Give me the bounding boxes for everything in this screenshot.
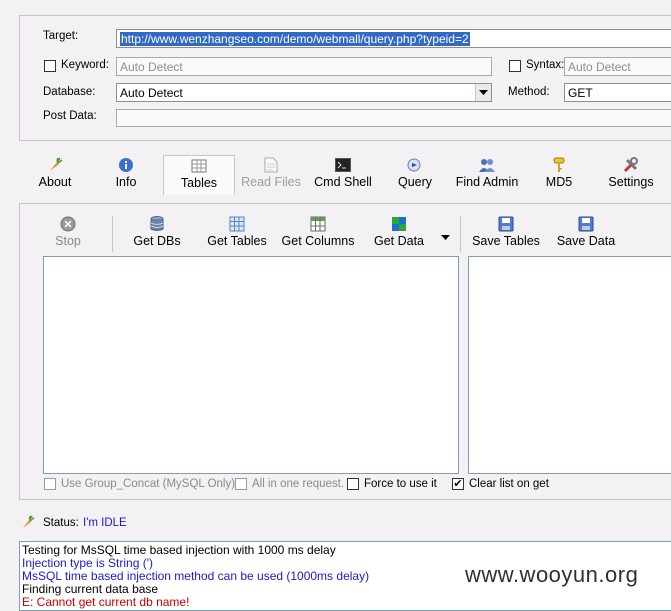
database-select[interactable]: Auto Detect	[116, 83, 492, 102]
target-url-input[interactable]: http://www.wenzhangseo.com/demo/webmall/…	[116, 29, 671, 48]
force-option[interactable]: Force to use it	[347, 478, 437, 490]
grid-icon	[205, 214, 269, 234]
floppy-disk-icon	[555, 214, 617, 234]
group-concat-checkbox[interactable]	[44, 478, 56, 490]
tab-about-label: About	[38, 175, 72, 189]
tab-info[interactable]: Info	[106, 155, 146, 195]
get-columns-button[interactable]: Get Columns	[280, 214, 356, 248]
status-value: I'm IDLE	[83, 517, 127, 529]
watermark: www.wooyun.org	[465, 562, 639, 587]
database-icon	[130, 214, 184, 234]
force-label: Force to use it	[364, 478, 437, 490]
document-icon	[240, 155, 302, 175]
stop-icon	[49, 214, 87, 234]
save-tables-label: Save Tables	[472, 234, 540, 248]
group-concat-label: Use Group_Concat (MySQL Only)	[61, 478, 236, 490]
floppy-disk-icon	[470, 214, 542, 234]
tab-settings[interactable]: Settings	[604, 155, 658, 195]
info-icon	[106, 155, 146, 175]
database-label: Database:	[43, 86, 96, 98]
tab-find-admin-label: Find Admin	[455, 175, 519, 189]
tab-query[interactable]: Query	[394, 155, 436, 195]
carrot-icon	[32, 155, 78, 175]
get-data-label: Get Data	[373, 234, 425, 248]
toolbar-divider	[112, 216, 113, 252]
data-grid-icon	[372, 214, 426, 234]
tab-md5-label: MD5	[545, 175, 573, 189]
keyword-input[interactable]: Auto Detect	[116, 57, 492, 76]
tab-tables[interactable]: Tables	[163, 155, 235, 195]
tab-settings-label: Settings	[608, 175, 654, 189]
key-icon	[541, 155, 577, 175]
get-tables-label: Get Tables	[207, 234, 267, 248]
keyword-checkbox[interactable]	[44, 60, 56, 72]
postdata-label: Post Data:	[43, 110, 97, 122]
tab-query-label: Query	[397, 175, 433, 189]
group-concat-option[interactable]: Use Group_Concat (MySQL Only)	[44, 478, 235, 490]
tab-read-files-label: Read Files	[241, 175, 301, 189]
chevron-down-icon[interactable]	[475, 84, 491, 101]
keyword-label: Keyword:	[61, 59, 109, 71]
users-icon	[452, 155, 522, 175]
target-url-value: http://www.wenzhangseo.com/demo/webmall/…	[120, 32, 470, 46]
query-icon	[394, 155, 436, 175]
method-select[interactable]: GET	[564, 83, 671, 102]
stop-button[interactable]: Stop	[49, 214, 87, 248]
data-list-view[interactable]	[468, 256, 671, 474]
stop-label: Stop	[55, 234, 81, 248]
postdata-input[interactable]	[116, 109, 671, 127]
get-dbs-label: Get DBs	[133, 234, 181, 248]
table-icon	[164, 156, 234, 176]
carrot-icon	[20, 515, 35, 533]
tab-tables-label: Tables	[180, 176, 218, 190]
save-data-button[interactable]: Save Data	[555, 214, 617, 248]
tables-tree-view[interactable]	[43, 256, 459, 474]
database-select-value: Auto Detect	[120, 86, 183, 100]
status-label: Status:	[43, 517, 79, 529]
syntax-label: Syntax:	[526, 59, 565, 71]
get-tables-button[interactable]: Get Tables	[205, 214, 269, 248]
tools-icon	[604, 155, 658, 175]
method-label: Method:	[508, 86, 550, 98]
log-line: E: Cannot get current db name!	[22, 595, 190, 609]
tab-md5[interactable]: MD5	[541, 155, 577, 195]
tab-about[interactable]: About	[32, 155, 78, 195]
get-data-button[interactable]: Get Data	[372, 214, 426, 248]
clear-list-option[interactable]: ✔ Clear list on get	[452, 478, 549, 490]
all-in-one-option[interactable]: All in one request.	[235, 478, 344, 490]
tab-read-files[interactable]: Read Files	[240, 155, 302, 195]
all-in-one-label: All in one request.	[252, 478, 345, 490]
get-dbs-button[interactable]: Get DBs	[130, 214, 184, 248]
force-checkbox[interactable]	[347, 478, 359, 490]
toolbar-divider	[460, 216, 461, 252]
terminal-icon	[312, 155, 374, 175]
clear-list-label: Clear list on get	[469, 478, 549, 490]
syntax-checkbox[interactable]	[509, 60, 521, 72]
get-data-dropdown-icon[interactable]	[441, 229, 450, 243]
tab-cmd-shell-label: Cmd Shell	[314, 175, 372, 189]
get-columns-label: Get Columns	[281, 234, 355, 248]
tab-info-label: Info	[115, 175, 137, 189]
save-tables-button[interactable]: Save Tables	[470, 214, 542, 248]
syntax-input[interactable]: Auto Detect	[564, 57, 671, 76]
clear-list-checkbox[interactable]: ✔	[452, 478, 464, 490]
save-data-label: Save Data	[556, 234, 616, 248]
target-label: Target:	[43, 30, 79, 42]
tab-find-admin[interactable]: Find Admin	[452, 155, 522, 195]
all-in-one-checkbox[interactable]	[235, 478, 247, 490]
columns-icon	[280, 214, 356, 234]
tab-cmd-shell[interactable]: Cmd Shell	[312, 155, 374, 195]
